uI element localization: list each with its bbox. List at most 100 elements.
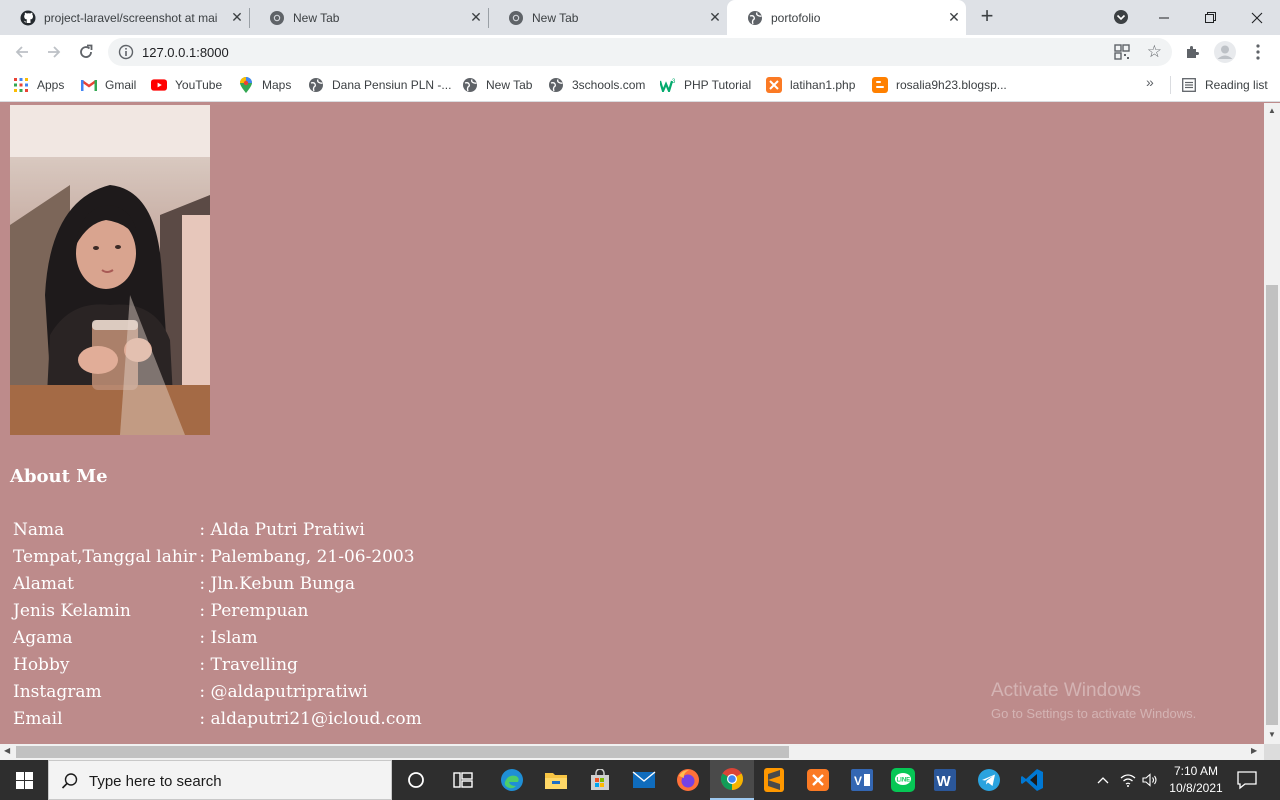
svg-text:LINE: LINE	[897, 778, 911, 784]
minimize-button[interactable]	[1141, 0, 1187, 35]
notification-center-icon[interactable]	[1236, 770, 1258, 790]
tab-new-1[interactable]: New Tab ✕	[249, 0, 489, 35]
bookmark-youtube[interactable]: YouTube	[151, 75, 222, 95]
horizontal-scrollbar[interactable]: ◀ ▶	[0, 744, 1264, 760]
bookmark-label: PHP Tutorial	[684, 78, 752, 92]
minimize-icon	[1159, 17, 1169, 18]
qr-code-icon[interactable]	[1114, 44, 1130, 60]
close-icon	[1251, 12, 1263, 23]
tab-title: New Tab	[293, 10, 340, 25]
taskbar-mail[interactable]	[622, 760, 666, 800]
bio-value: : aldaputri21@icloud.com	[199, 708, 422, 729]
taskbar-telegram[interactable]	[967, 760, 1011, 800]
bookmark-php-tutorial[interactable]: 3 PHP Tutorial	[660, 75, 751, 95]
bookmark-latihan1[interactable]: latihan1.php	[766, 75, 855, 95]
chrome-icon	[721, 768, 743, 790]
taskbar-search[interactable]: Type here to search	[48, 760, 392, 800]
address-bar[interactable]: 127.0.0.1:8000 ☆	[108, 38, 1172, 66]
vertical-scrollbar[interactable]: ▲ ▼	[1264, 103, 1280, 744]
new-tab-button[interactable]: +	[974, 4, 1000, 30]
file-explorer-icon	[545, 773, 567, 789]
bio-row-ttl: Tempat,Tanggal lahir : Palembang, 21-06-…	[13, 543, 422, 570]
svg-text:W: W	[937, 773, 952, 790]
scroll-up-arrow-icon[interactable]: ▲	[1268, 106, 1276, 115]
bookmark-gmail[interactable]: Gmail	[81, 75, 136, 95]
line-icon: LINE	[891, 768, 915, 792]
tab-search-icon[interactable]	[1112, 8, 1130, 26]
scroll-right-arrow-icon[interactable]: ▶	[1251, 746, 1257, 755]
taskbar-file-explorer[interactable]	[534, 760, 578, 800]
taskbar-word[interactable]: W	[923, 760, 967, 800]
taskbar-line[interactable]: LINE	[881, 760, 925, 800]
start-button[interactable]	[0, 760, 48, 800]
taskbar-xampp[interactable]	[796, 760, 840, 800]
tray-network[interactable]	[1118, 760, 1138, 800]
taskbar-visual-studio[interactable]: V	[840, 760, 884, 800]
bookmark-label: Apps	[37, 78, 65, 92]
taskbar-cortana[interactable]	[394, 760, 438, 800]
vertical-scroll-thumb[interactable]	[1266, 285, 1278, 725]
close-icon[interactable]: ✕	[703, 9, 727, 26]
taskbar-vscode[interactable]	[1010, 760, 1054, 800]
clock-date: 10/8/2021	[1169, 781, 1223, 795]
profile-photo-image	[10, 105, 210, 435]
tab-github[interactable]: project-laravel/screenshot at mai ✕	[0, 0, 250, 35]
tab-new-2[interactable]: New Tab ✕	[488, 0, 727, 35]
menu-button[interactable]	[1246, 40, 1270, 64]
url-text[interactable]: 127.0.0.1:8000	[142, 45, 229, 60]
apps-grid-icon	[13, 77, 29, 93]
bookmark-dana-pensiun[interactable]: Dana Pensiun PLN -...	[308, 75, 451, 95]
restore-button[interactable]	[1187, 0, 1233, 35]
tab-strip: project-laravel/screenshot at mai ✕ New …	[0, 0, 1280, 35]
chevron-up-icon	[1097, 777, 1109, 784]
bookmark-blogspot[interactable]: rosalia9h23.blogsp...	[872, 75, 1007, 95]
profile-button[interactable]	[1213, 40, 1237, 64]
bookmark-apps[interactable]: Apps	[13, 75, 64, 95]
taskbar-chrome[interactable]	[710, 760, 754, 800]
bookmark-maps[interactable]: Maps	[238, 75, 291, 95]
tray-overflow-button[interactable]	[1093, 760, 1113, 800]
taskbar-firefox[interactable]	[666, 760, 710, 800]
tray-volume[interactable]	[1140, 760, 1160, 800]
search-placeholder[interactable]: Type here to search	[89, 773, 222, 790]
taskbar-edge[interactable]	[490, 760, 534, 800]
close-icon[interactable]: ✕	[464, 9, 488, 26]
close-window-button[interactable]	[1234, 0, 1280, 35]
word-icon: W	[934, 769, 956, 791]
back-button[interactable]	[10, 40, 34, 64]
bookmark-3schools[interactable]: 3schools.com	[548, 75, 645, 95]
cortana-icon	[408, 772, 424, 788]
taskbar-store[interactable]	[578, 760, 622, 800]
bookmark-new-tab[interactable]: New Tab	[462, 75, 532, 95]
bio-row-jenis-kelamin: Jenis Kelamin : Perempuan	[13, 597, 422, 624]
close-icon[interactable]: ✕	[225, 9, 249, 26]
bookmarks-bar: Apps Gmail YouTube Maps Dana Pensiun PLN…	[0, 69, 1280, 102]
bio-label: Email	[13, 708, 63, 729]
bookmark-star-icon[interactable]: ☆	[1147, 42, 1162, 62]
youtube-icon	[151, 77, 167, 93]
scroll-down-arrow-icon[interactable]: ▼	[1268, 730, 1276, 739]
arrow-left-icon	[15, 46, 28, 58]
taskbar-clock[interactable]: 7:10 AM 10/8/2021	[1163, 763, 1229, 797]
forward-button[interactable]	[42, 40, 66, 64]
taskbar-task-view[interactable]	[441, 760, 485, 800]
extensions-button[interactable]	[1181, 40, 1205, 64]
taskbar-sublime[interactable]	[752, 760, 796, 800]
reading-list-label: Reading list	[1205, 78, 1268, 92]
bio-row-hobby: Hobby : Travelling	[13, 651, 422, 678]
speaker-icon	[1141, 773, 1157, 787]
scroll-left-arrow-icon[interactable]: ◀	[4, 746, 10, 755]
github-icon	[20, 10, 36, 25]
svg-text:3: 3	[672, 79, 676, 85]
bookmark-label: Maps	[262, 78, 292, 92]
tab-portofolio[interactable]: portofolio ✕	[727, 0, 966, 35]
reload-button[interactable]	[74, 40, 98, 64]
bookmarks-more-button[interactable]: »	[1146, 74, 1154, 90]
info-icon[interactable]	[118, 44, 134, 60]
bio-label: Nama	[13, 519, 65, 540]
tab-title: portofolio	[771, 10, 821, 25]
bio-label: Alamat	[13, 573, 74, 594]
close-icon[interactable]: ✕	[942, 9, 966, 26]
reading-list-button[interactable]: Reading list	[1181, 75, 1268, 95]
horizontal-scroll-thumb[interactable]	[16, 746, 789, 758]
